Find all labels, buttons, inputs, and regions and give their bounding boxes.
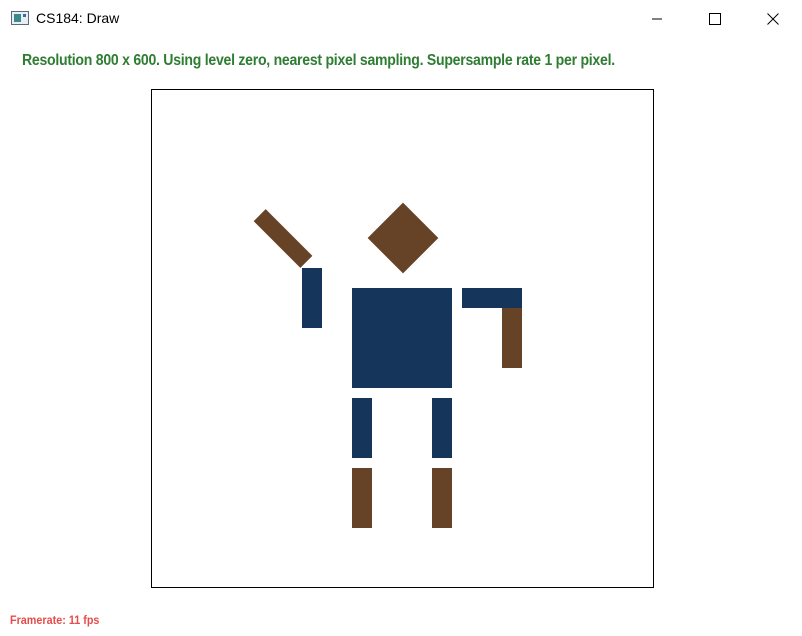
maximize-icon: [709, 13, 721, 25]
framerate-label: Framerate: 11 fps: [10, 613, 100, 627]
figure-head: [367, 202, 439, 274]
figure-right-forearm: [502, 308, 522, 368]
close-icon: [767, 13, 779, 25]
figure-left-thigh: [352, 398, 372, 458]
app-window-icon: [11, 11, 29, 25]
figure-right-upper-arm: [462, 288, 522, 308]
close-button[interactable]: [744, 0, 802, 38]
render-status-text: Resolution 800 x 600. Using level zero, …: [22, 52, 615, 69]
figure-right-shin: [432, 468, 452, 528]
window-title: CS184: Draw: [36, 10, 120, 26]
figure-right-thigh: [432, 398, 452, 458]
draw-canvas[interactable]: [151, 89, 654, 588]
minimize-icon: [652, 18, 662, 20]
figure-left-forearm: [253, 209, 313, 268]
minimize-button[interactable]: [628, 0, 686, 38]
figure-torso: [352, 288, 452, 388]
figure-left-upper-arm: [302, 268, 322, 328]
title-bar[interactable]: CS184: Draw: [0, 0, 802, 38]
figure-left-shin: [352, 468, 372, 528]
maximize-button[interactable]: [686, 0, 744, 38]
